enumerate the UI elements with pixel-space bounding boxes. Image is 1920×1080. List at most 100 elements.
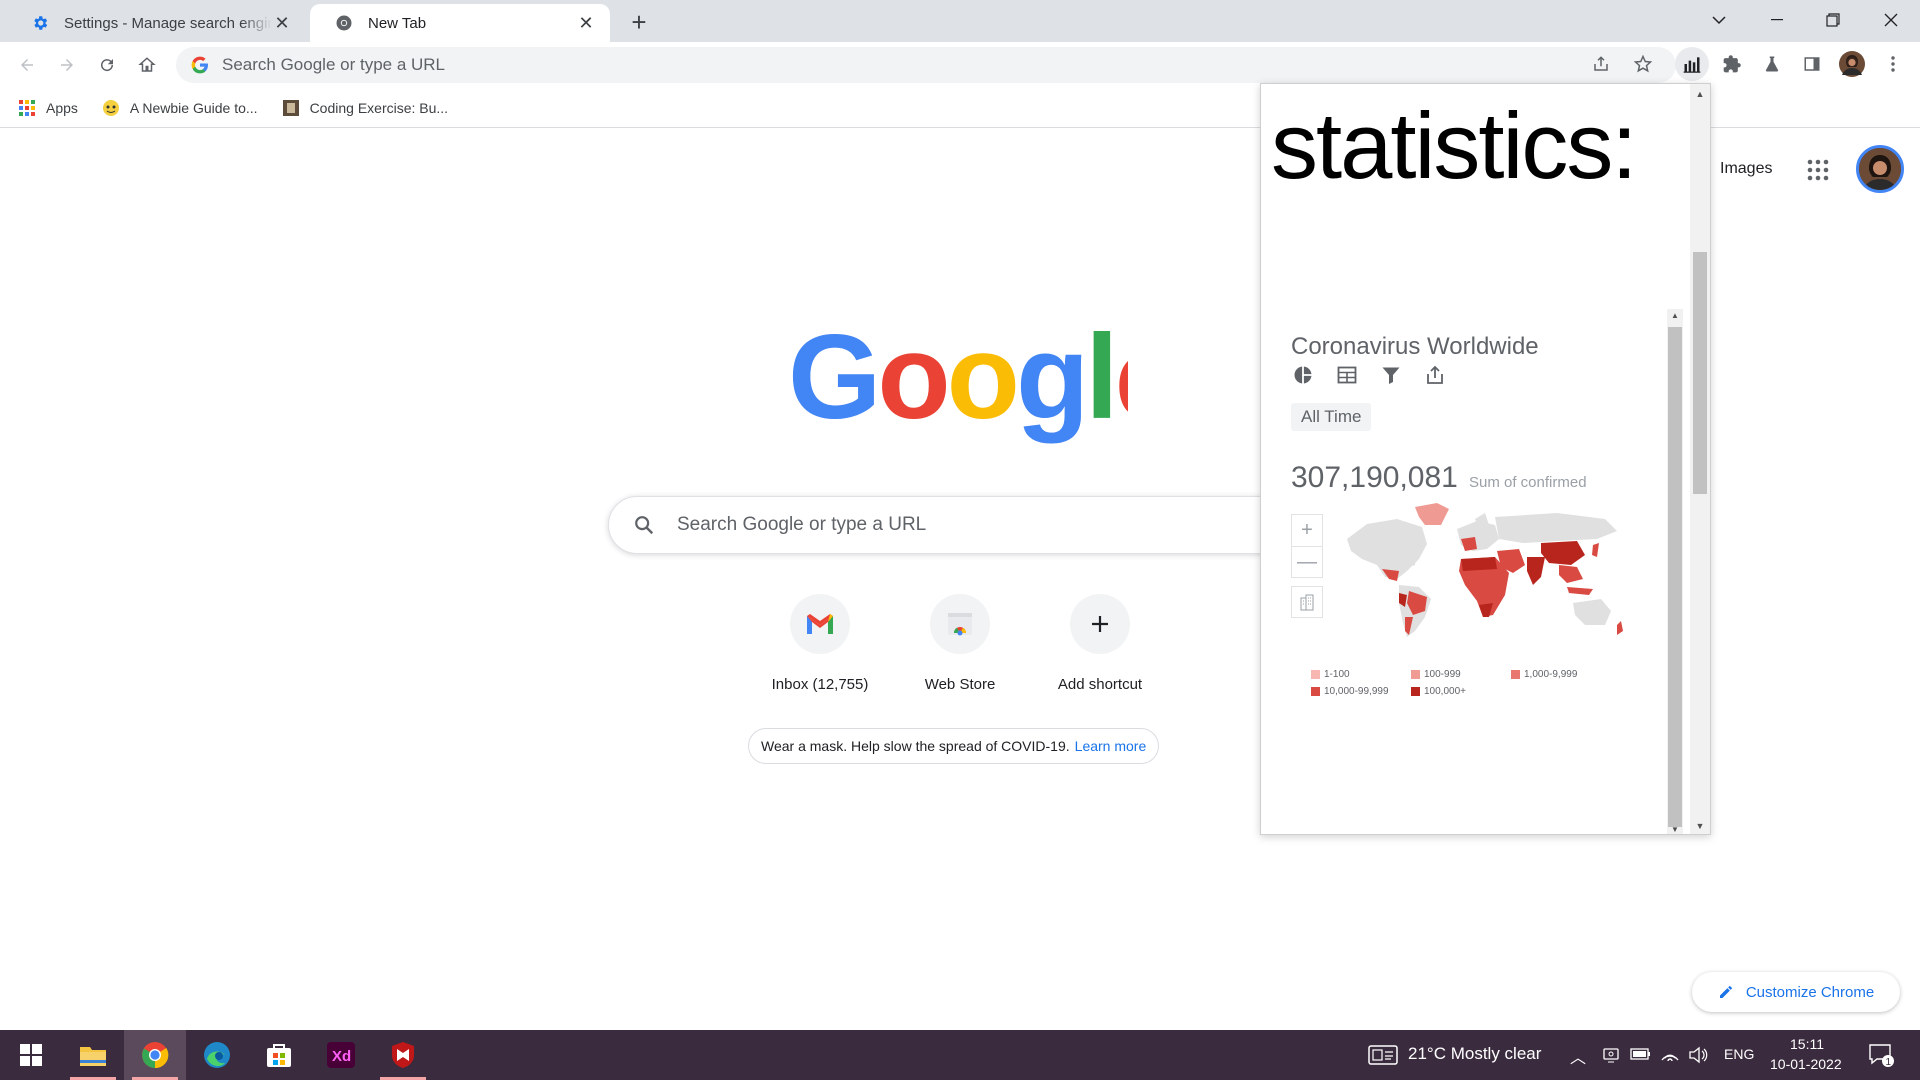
windows-taskbar: Xd 21°C Mostly clear ︿ ENG 15:11 10-01-2… (0, 1030, 1920, 1080)
edge-icon[interactable] (186, 1030, 248, 1080)
scroll-thumb[interactable] (1668, 327, 1682, 827)
shortcut-label: Web Store (924, 676, 996, 693)
map-southeast-asia (1559, 565, 1583, 583)
buildings-icon (1300, 594, 1314, 611)
filter-icon[interactable] (1379, 363, 1403, 387)
back-button[interactable] (12, 50, 42, 80)
widget-scrollbar[interactable]: ▲ ▼ (1667, 309, 1683, 834)
tab-new-tab[interactable]: New Tab ✕ (310, 4, 610, 42)
covid-widget-frame: Coronavirus Worldwide All Time 307,190,0… (1285, 309, 1683, 834)
confirmed-total: 307,190,081 (1291, 461, 1458, 494)
bookmark-favicon (102, 99, 120, 117)
clock-date[interactable]: 10-01-2022 (1770, 1056, 1842, 1072)
pencil-icon (1719, 986, 1732, 998)
scroll-down-arrow-icon[interactable]: ▼ (1667, 825, 1683, 834)
time-filter-pill[interactable]: All Time (1291, 403, 1372, 431)
close-tab-icon[interactable]: ✕ (272, 13, 292, 33)
notification-center-icon[interactable]: 1 (1868, 1043, 1894, 1072)
restore-button[interactable] (1810, 0, 1856, 40)
store-icon[interactable] (248, 1030, 310, 1080)
adobe-xd-icon[interactable]: Xd (310, 1030, 372, 1080)
chrome-icon[interactable] (124, 1030, 186, 1080)
weather-icon[interactable] (1368, 1044, 1398, 1071)
tab-strip: Settings - Manage search engines ✕ New T… (0, 0, 1920, 42)
popup-title: statistics: (1271, 93, 1638, 198)
share-icon[interactable] (1423, 363, 1447, 387)
scroll-down-arrow-icon[interactable]: ▼ (1690, 818, 1710, 834)
map-europe-west (1461, 537, 1477, 551)
bookmark-coding-exercise[interactable]: Coding Exercise: Bu... (282, 99, 448, 117)
statistics-extension-popup: statistics: Coronavirus Worldwide All Ti… (1260, 83, 1711, 835)
customize-chrome-button[interactable]: Customize Chrome (1692, 972, 1900, 1012)
tray-chevron-icon[interactable]: ︿ (1570, 1044, 1586, 1068)
tab-settings[interactable]: Settings - Manage search engines ✕ (6, 4, 306, 42)
map-russia (1495, 513, 1617, 543)
apps-grid-icon (18, 99, 36, 117)
scroll-up-arrow-icon[interactable]: ▲ (1690, 86, 1710, 102)
reload-button[interactable] (92, 50, 122, 80)
new-tab-button[interactable]: + (624, 7, 654, 37)
chrome-menu-icon[interactable] (1879, 50, 1907, 78)
language-indicator[interactable]: ENG (1724, 1046, 1754, 1062)
google-apps-icon[interactable] (1806, 158, 1830, 182)
map-legend: 1-100 100-999 1,000-9,999 10,000-99,999 … (1311, 669, 1631, 703)
widget-title: Coronavirus Worldwide (1291, 333, 1539, 360)
bookmark-apps[interactable]: Apps (18, 99, 78, 117)
battery-icon[interactable] (1630, 1046, 1652, 1067)
start-icon[interactable] (0, 1030, 62, 1080)
pie-chart-icon[interactable] (1291, 363, 1315, 387)
statistics-extension-icon[interactable] (1675, 47, 1709, 81)
address-bar[interactable]: Search Google or type a URL (176, 47, 1676, 83)
file-explorer-icon[interactable] (62, 1030, 124, 1080)
add-shortcut-button[interactable]: Add shortcut (1035, 594, 1165, 693)
shortcut-inbox[interactable]: Inbox (12,755) (755, 594, 885, 693)
plus-icon (1070, 594, 1130, 654)
volume-icon[interactable] (1688, 1046, 1708, 1069)
home-button[interactable] (132, 50, 162, 80)
tab-search-icon[interactable] (1696, 0, 1742, 40)
learn-more-link[interactable]: Learn more (1075, 738, 1147, 754)
forward-button[interactable] (52, 50, 82, 80)
close-window-button[interactable] (1868, 0, 1914, 40)
meet-now-icon[interactable] (1602, 1046, 1620, 1069)
map-australia (1573, 599, 1611, 625)
world-choropleth-map[interactable] (1327, 499, 1627, 649)
profile-avatar[interactable] (1838, 50, 1866, 78)
confirmed-total-label: Sum of confirmed (1469, 474, 1587, 491)
weather-text[interactable]: 21°C Mostly clear (1408, 1044, 1541, 1064)
extensions-puzzle-icon[interactable] (1718, 50, 1746, 78)
wifi-icon[interactable] (1660, 1046, 1680, 1069)
map-indonesia (1567, 587, 1593, 595)
ntp-search-box[interactable]: Search Google or type a URL (608, 496, 1308, 554)
side-panel-icon[interactable] (1798, 50, 1826, 78)
address-bar-placeholder: Search Google or type a URL (222, 55, 446, 74)
bookmark-star-icon[interactable] (1629, 50, 1657, 78)
map-zoom-control: + — (1291, 514, 1323, 578)
search-icon (635, 516, 654, 535)
close-tab-icon[interactable]: ✕ (576, 13, 596, 33)
zoom-out-button[interactable]: — (1292, 546, 1322, 577)
share-icon[interactable] (1587, 50, 1615, 78)
bookmark-newbie-guide[interactable]: A Newbie Guide to... (102, 99, 258, 117)
clock-time[interactable]: 15:11 (1790, 1036, 1824, 1052)
lab-flask-icon[interactable] (1758, 50, 1786, 78)
map-reset-button[interactable] (1291, 586, 1323, 618)
minimize-button[interactable] (1754, 0, 1800, 40)
scroll-up-arrow-icon[interactable]: ▲ (1667, 311, 1683, 320)
legend-item: 1-100 (1311, 669, 1411, 680)
mcafee-icon[interactable] (372, 1030, 434, 1080)
scroll-thumb[interactable] (1693, 252, 1707, 494)
browser-toolbar: Search Google or type a URL (0, 42, 1920, 88)
table-icon[interactable] (1335, 363, 1359, 387)
legend-item: 10,000-99,999 (1311, 686, 1411, 697)
map-japan (1592, 543, 1599, 557)
google-account-avatar[interactable] (1856, 145, 1904, 193)
popup-scrollbar[interactable]: ▲ ▼ (1690, 84, 1710, 834)
shortcut-web-store[interactable]: Web Store (895, 594, 1025, 693)
images-link[interactable]: Images (1720, 160, 1772, 178)
tab-title: New Tab (368, 14, 427, 32)
map-china (1541, 541, 1585, 565)
map-new-zealand (1617, 621, 1623, 635)
webstore-icon (930, 594, 990, 654)
zoom-in-button[interactable]: + (1292, 515, 1322, 546)
